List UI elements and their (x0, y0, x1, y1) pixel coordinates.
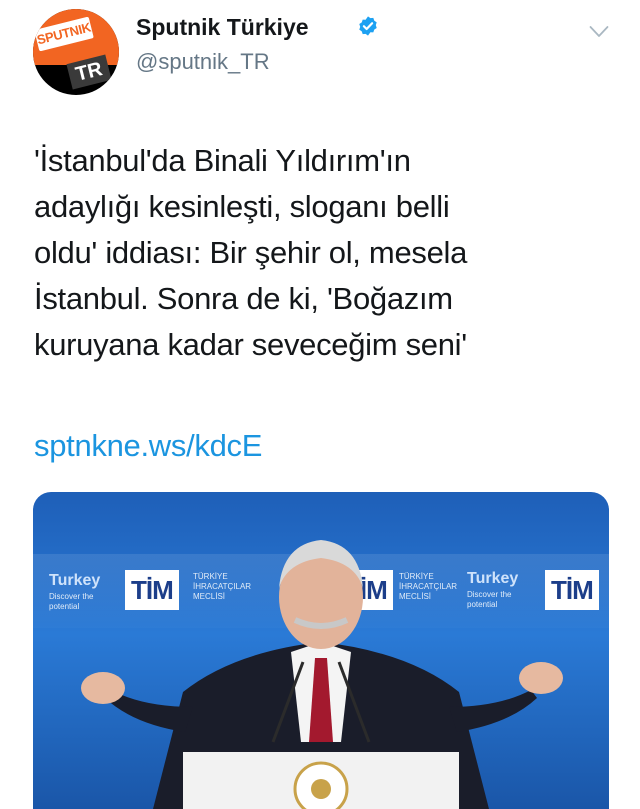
verified-badge-icon (359, 16, 377, 36)
tweet-image[interactable]: Turkey Discover the potential TİM TÜRKİY… (33, 492, 609, 809)
avatar[interactable]: SPUTNIK TR (33, 9, 119, 95)
tweet-text-line: oldu' iddiası: Bir şehir ol, mesela (34, 235, 468, 270)
account-name[interactable]: Sputnik Türkiye (136, 14, 309, 41)
tweet-text-line: İstanbul. Sonra de ki, 'Boğazım (34, 281, 453, 316)
speaker-figure (81, 540, 563, 809)
tweet-text-line: adaylığı kesinleşti, sloganı belli (34, 189, 450, 224)
account-handle[interactable]: @sputnik_TR (136, 49, 270, 75)
chevron-down-icon[interactable] (589, 25, 609, 39)
tweet-link[interactable]: sptnkne.ws/kdcE (34, 423, 262, 469)
tweet-text-line: 'İstanbul'da Binali Yıldırım'ın (34, 143, 411, 178)
tweet-text-line: kuruyana kadar seveceğim seni' (34, 327, 467, 362)
tweet-text: 'İstanbul'da Binali Yıldırım'ın adaylığı… (34, 138, 614, 368)
